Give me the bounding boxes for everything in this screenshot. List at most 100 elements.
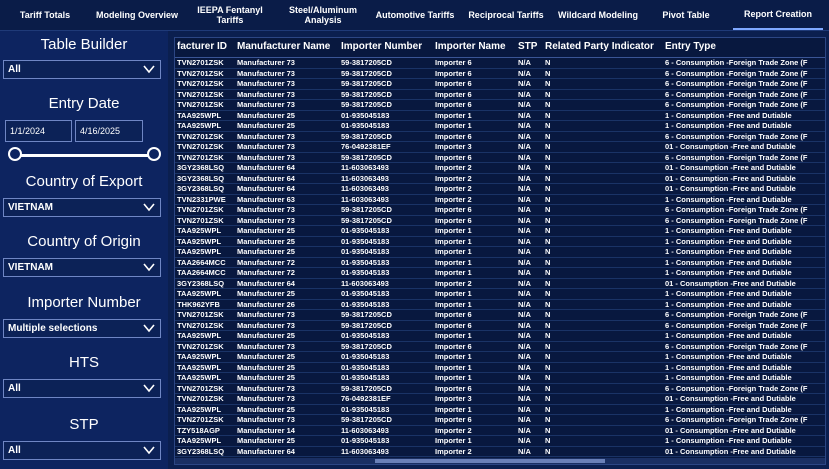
scrollbar-thumb[interactable] bbox=[375, 459, 605, 463]
cell-manufacturer-name: Manufacturer 25 bbox=[237, 236, 295, 246]
table-row[interactable]: TVN2701ZSK Manufacturer 73 59-3817205CD Imp… bbox=[175, 100, 825, 111]
table-row[interactable]: TAA925WPL Manufacturer 25 01-935045183 Impo… bbox=[175, 247, 825, 258]
column-header-importer-number[interactable]: Importer Number bbox=[341, 41, 431, 52]
table-row[interactable]: TVN2701ZSK Manufacturer 73 59-3817205CD Imp… bbox=[175, 153, 825, 163]
table-row[interactable]: TVN2701ZSK Manufacturer 73 59-3817205CD Imp… bbox=[175, 205, 825, 216]
hts-dropdown[interactable]: All bbox=[3, 379, 161, 398]
table-row[interactable]: TVN2701ZSK Manufacturer 73 76-0492381EF Imp… bbox=[175, 142, 825, 153]
table-row[interactable]: TVN2701ZSK Manufacturer 73 59-3817205CD Imp… bbox=[175, 58, 825, 69]
tab-ieepa-fentanyl-tariffs[interactable]: IEEPA Fentanyl Tariffs bbox=[184, 0, 276, 30]
country-origin-dropdown[interactable]: VIETNAM bbox=[3, 258, 161, 277]
table-row[interactable]: 3GY2368LSQ Manufacturer 64 11-603063493 Imp… bbox=[175, 447, 825, 457]
entry-date-slider-start-handle[interactable] bbox=[8, 147, 22, 161]
cell-importer-name: Importer 6 bbox=[435, 89, 472, 99]
tab-steel-aluminum-analysis[interactable]: Steel/Aluminum Analysis bbox=[276, 0, 370, 30]
table-row[interactable]: TAA925WPL Manufacturer 25 01-935045183 Impo… bbox=[175, 352, 825, 363]
column-header-entry-type[interactable]: Entry Type bbox=[665, 41, 825, 52]
cell-importer-number: 11-603063493 bbox=[341, 173, 389, 183]
table-row[interactable]: TVN2701ZSK Manufacturer 73 59-3817205CD Imp… bbox=[175, 89, 825, 100]
table-row[interactable]: TVN2701ZSK Manufacturer 73 59-3817205CD Imp… bbox=[175, 310, 825, 321]
tab-modeling-overview[interactable]: Modeling Overview bbox=[90, 0, 184, 30]
cell-manufacturer-name: Manufacturer 25 bbox=[237, 362, 295, 372]
cell-importer-number: 01-935045183 bbox=[341, 373, 390, 382]
table-row[interactable]: TAA925WPL Manufacturer 25 01-935045183 Impo… bbox=[175, 331, 825, 342]
cell-importer-number: 76-0492381EF bbox=[341, 394, 391, 403]
table-row[interactable]: TAA925WPL Manufacturer 25 01-935045183 Impo… bbox=[175, 236, 825, 247]
table-row[interactable]: TVN2701ZSK Manufacturer 73 59-3817205CD Imp… bbox=[175, 342, 825, 352]
table-row[interactable]: 3GY2368LSQ Manufacturer 64 11-603063493 Imp… bbox=[175, 278, 825, 289]
cell-importer-number: 01-935045183 bbox=[341, 404, 390, 414]
table-row[interactable]: 3GY2368LSQ Manufacturer 64 11-603063493 Imp… bbox=[175, 173, 825, 184]
cell-importer-number: 01-935045183 bbox=[341, 268, 390, 277]
entry-date-slider-end-handle[interactable] bbox=[147, 147, 161, 161]
horizontal-scrollbar[interactable] bbox=[175, 458, 825, 464]
tab-wildcard-modeling[interactable]: Wildcard Modeling bbox=[552, 0, 644, 30]
cell-importer-name: Importer 2 bbox=[435, 425, 472, 435]
table-row[interactable]: TAA925WPL Manufacturer 25 01-935045183 Impo… bbox=[175, 436, 825, 447]
cell-related-party: N bbox=[545, 89, 551, 99]
table-row[interactable]: TAA925WPL Manufacturer 25 01-935045183 Impo… bbox=[175, 404, 825, 415]
entry-date-end-input[interactable]: 4/16/2025 bbox=[75, 120, 143, 142]
table-row[interactable]: TAA925WPL Manufacturer 25 01-935045183 Impo… bbox=[175, 362, 825, 373]
tab-reciprocal-tariffs[interactable]: Reciprocal Tariffs bbox=[460, 0, 552, 30]
cell-importer-name: Importer 1 bbox=[435, 110, 472, 120]
table-row[interactable]: TAA925WPL Manufacturer 25 01-935045183 Impo… bbox=[175, 226, 825, 237]
table-row[interactable]: TVN2701ZSK Manufacturer 73 76-0492381EF Imp… bbox=[175, 394, 825, 405]
cell-manufacturer-id: TVN2701ZSK bbox=[177, 320, 224, 330]
entry-date-slider-track[interactable] bbox=[15, 154, 155, 157]
cell-related-party: N bbox=[545, 373, 551, 382]
cell-manufacturer-id: TAA925WPL bbox=[177, 289, 222, 298]
table-row[interactable]: TVN2331PWE Manufacturer 63 11-603063493 Imp… bbox=[175, 194, 825, 205]
table-row[interactable]: TVN2701ZSK Manufacturer 73 59-3817205CD Imp… bbox=[175, 131, 825, 142]
cell-manufacturer-name: Manufacturer 25 bbox=[237, 226, 295, 235]
table-row[interactable]: TAA925WPL Manufacturer 25 01-935045183 Impo… bbox=[175, 110, 825, 121]
column-header-importer-name[interactable]: Importer Name bbox=[435, 41, 515, 52]
cell-entry-type: 6 - Consumption -Foreign Trade Zone (F bbox=[665, 215, 808, 225]
cell-importer-number: 59-3817205CD bbox=[341, 131, 392, 141]
cell-stp: N/A bbox=[518, 415, 531, 424]
tab-report-creation[interactable]: Report Creation bbox=[733, 0, 823, 30]
table-row[interactable]: TVN2701ZSK Manufacturer 73 59-3817205CD Imp… bbox=[175, 69, 825, 79]
column-header-stp[interactable]: STP bbox=[518, 41, 544, 52]
cell-importer-number: 59-3817205CD bbox=[341, 310, 392, 319]
table-row[interactable]: TVN2701ZSK Manufacturer 73 59-3817205CD Imp… bbox=[175, 79, 825, 90]
table-row[interactable]: TVN2701ZSK Manufacturer 73 59-3817205CD Imp… bbox=[175, 383, 825, 394]
cell-importer-number: 11-603063493 bbox=[341, 278, 389, 288]
country-export-dropdown[interactable]: VIETNAM bbox=[3, 198, 161, 217]
cell-importer-number: 59-3817205CD bbox=[341, 415, 392, 424]
table-row[interactable]: TVN2701ZSK Manufacturer 73 59-3817205CD Imp… bbox=[175, 415, 825, 426]
table-row[interactable]: TAA925WPL Manufacturer 25 01-935045183 Impo… bbox=[175, 373, 825, 384]
table-row[interactable]: TZY518AGP Manufacturer 14 11-603063493 Impo… bbox=[175, 425, 825, 436]
tab-tariff-totals[interactable]: Tariff Totals bbox=[0, 0, 90, 30]
stp-dropdown[interactable]: All bbox=[3, 441, 161, 460]
country-origin-title: Country of Origin bbox=[27, 233, 141, 250]
column-header-manufacturer-name[interactable]: Manufacturer Name bbox=[237, 41, 337, 52]
cell-related-party: N bbox=[545, 394, 551, 403]
table-row[interactable]: TAA2664MCC Manufacturer 72 01-935045183 Imp… bbox=[175, 268, 825, 279]
cell-stp: N/A bbox=[518, 194, 531, 204]
table-row[interactable]: TVN2701ZSK Manufacturer 73 59-3817205CD Imp… bbox=[175, 320, 825, 331]
cell-importer-number: 11-603063493 bbox=[341, 184, 389, 193]
tab-automotive-tariffs[interactable]: Automotive Tariffs bbox=[370, 0, 460, 30]
cell-entry-type: 1 - Consumption -Free and Dutiable bbox=[665, 299, 792, 309]
table-row[interactable]: 3GY2368LSQ Manufacturer 64 11-603063493 Imp… bbox=[175, 163, 825, 174]
table-row[interactable]: TVN2701ZSK Manufacturer 73 59-3817205CD Imp… bbox=[175, 215, 825, 226]
cell-importer-number: 59-3817205CD bbox=[341, 100, 392, 109]
table-builder-dropdown[interactable]: All bbox=[3, 60, 161, 79]
table-row[interactable]: 3GY2368LSQ Manufacturer 64 11-603063493 Imp… bbox=[175, 184, 825, 195]
cell-related-party: N bbox=[545, 299, 551, 309]
importer-number-dropdown[interactable]: Multiple selections bbox=[3, 319, 161, 338]
entry-date-start-input[interactable]: 1/1/2024 bbox=[5, 120, 72, 142]
table-row[interactable]: TAA925WPL Manufacturer 25 01-935045183 Impo… bbox=[175, 121, 825, 132]
column-header-manufacturer-id[interactable]: facturer ID bbox=[177, 41, 233, 52]
column-header-related-party[interactable]: Related Party Indicator bbox=[545, 41, 663, 52]
cell-entry-type: 6 - Consumption -Foreign Trade Zone (F bbox=[665, 383, 808, 393]
cell-entry-type: 01 - Consumption -Free and Dutiable bbox=[665, 394, 796, 403]
table-row[interactable]: TAA2664MCC Manufacturer 72 01-935045183 Imp… bbox=[175, 258, 825, 268]
cell-manufacturer-name: Manufacturer 25 bbox=[237, 331, 295, 340]
table-row[interactable]: TAA925WPL Manufacturer 25 01-935045183 Impo… bbox=[175, 289, 825, 300]
tab-pivot-table[interactable]: Pivot Table bbox=[644, 0, 728, 30]
table-row[interactable]: THK962YFB Manufacturer 26 01-935045183 Impo… bbox=[175, 299, 825, 310]
cell-stp: N/A bbox=[518, 310, 531, 319]
cell-importer-name: Importer 2 bbox=[435, 163, 472, 172]
